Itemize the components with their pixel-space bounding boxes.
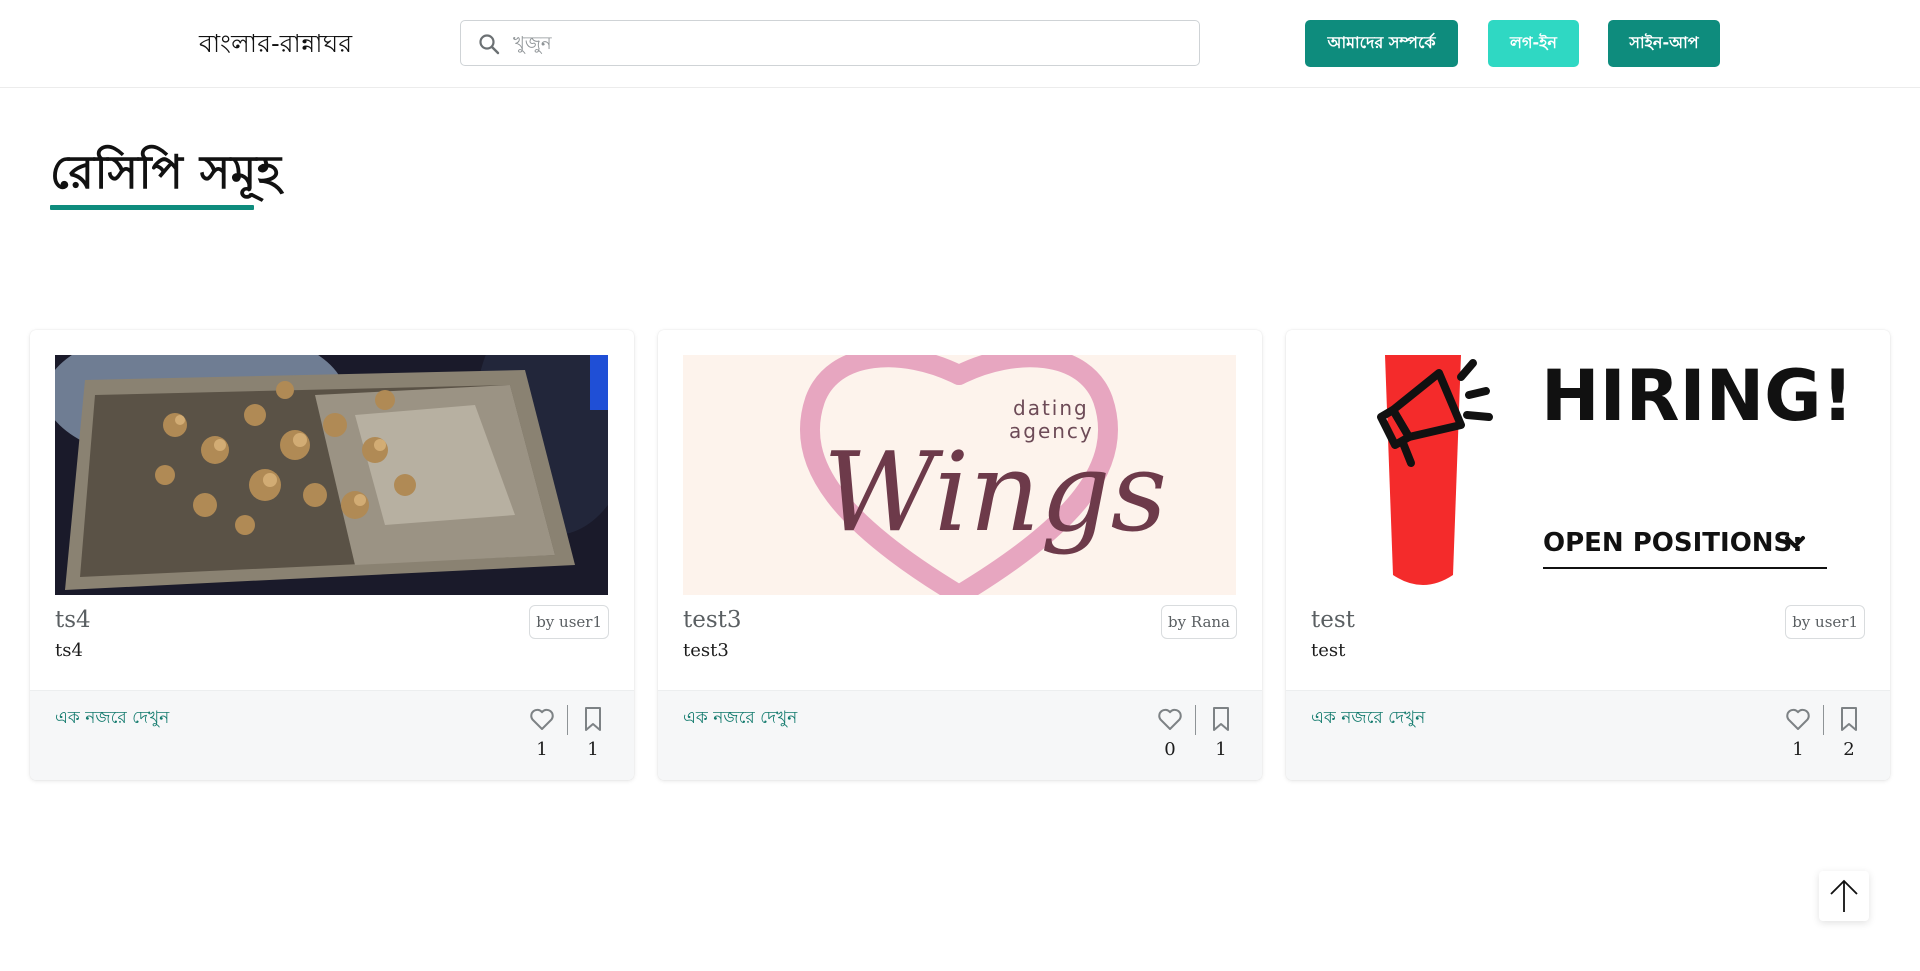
save-stat[interactable]: 2 (1832, 705, 1866, 760)
card-footer: এক নজরে দেখুন 1 1 (30, 690, 634, 780)
save-count: 2 (1843, 739, 1855, 760)
top-navbar: বাংলার-রান্নাঘর আমাদের সম্পর্কে লগ-ইন সা… (0, 0, 1920, 88)
heart-icon[interactable] (1784, 705, 1812, 733)
about-us-button[interactable]: আমাদের সম্পর্কে (1305, 20, 1458, 67)
recipe-image[interactable] (55, 355, 608, 595)
signup-button[interactable]: সাইন-আপ (1608, 20, 1720, 67)
recipe-title[interactable]: test3 (683, 607, 742, 633)
recipe-description: ts4 (55, 640, 83, 661)
like-stat[interactable]: 0 (1153, 705, 1187, 760)
hiring-poster: HIRING! OPEN POSITIONS: (1311, 355, 1864, 595)
author-badge: by Rana (1160, 605, 1237, 639)
search-box[interactable] (460, 20, 1200, 66)
author-badge: by user1 (1785, 605, 1865, 639)
heart-icon[interactable] (528, 705, 556, 733)
save-stat[interactable]: 1 (1204, 705, 1238, 760)
back-to-top-button[interactable] (1819, 871, 1869, 921)
recipe-description: test3 (683, 640, 729, 661)
stat-divider (1195, 705, 1196, 735)
card-footer: এক নজরে দেখুন 0 1 (658, 690, 1262, 780)
save-stat[interactable]: 1 (576, 705, 610, 760)
recipe-card[interactable]: HIRING! OPEN POSITIONS: test test by use… (1286, 330, 1890, 780)
search-icon (479, 34, 500, 55)
stat-divider (567, 705, 568, 735)
quick-view-link[interactable]: এক নজরে দেখুন (1311, 705, 1425, 733)
quick-view-link[interactable]: এক নজরে দেখুন (55, 705, 169, 733)
brand-logo[interactable]: বাংলার-রান্নাঘর (199, 24, 352, 67)
recipe-title[interactable]: test (1311, 607, 1355, 633)
page-title: রেসিপি সমূহ (50, 145, 282, 199)
recipe-image[interactable]: dating agency Wings (683, 355, 1236, 595)
author-badge: by user1 (529, 605, 609, 639)
wings-tagline-1: dating (1013, 396, 1089, 420)
recipe-title[interactable]: ts4 (55, 607, 91, 633)
hiring-title: HIRING! (1541, 355, 1854, 437)
bookmark-icon[interactable] (579, 705, 607, 733)
card-footer: এক নজরে দেখুন 1 2 (1286, 690, 1890, 780)
stat-divider (1823, 705, 1824, 735)
arrow-up-icon (1830, 879, 1858, 912)
bookmark-icon[interactable] (1207, 705, 1235, 733)
save-count: 1 (587, 739, 599, 760)
wings-dating-agency-logo: dating agency Wings (683, 355, 1236, 595)
save-count: 1 (1215, 739, 1227, 760)
wings-script: Wings (823, 428, 1167, 556)
login-button[interactable]: লগ-ইন (1488, 20, 1579, 67)
like-count: 1 (536, 739, 548, 760)
heart-icon[interactable] (1156, 705, 1184, 733)
bookmark-icon[interactable] (1835, 705, 1863, 733)
search-input[interactable] (513, 21, 1183, 65)
like-count: 1 (1792, 739, 1804, 760)
like-count: 0 (1164, 739, 1176, 760)
like-stat[interactable]: 1 (1781, 705, 1815, 760)
recipe-description: test (1311, 640, 1346, 661)
fried-food-photo (55, 355, 608, 595)
like-stat[interactable]: 1 (525, 705, 559, 760)
recipe-card[interactable]: dating agency Wings test3 test3 by Rana … (658, 330, 1262, 780)
hiring-subtitle: OPEN POSITIONS: (1543, 528, 1803, 558)
recipe-card[interactable]: ts4 ts4 by user1 এক নজরে দেখুন 1 1 (30, 330, 634, 780)
title-underline (50, 205, 254, 210)
quick-view-link[interactable]: এক নজরে দেখুন (683, 705, 797, 733)
recipe-image[interactable]: HIRING! OPEN POSITIONS: (1311, 355, 1864, 595)
